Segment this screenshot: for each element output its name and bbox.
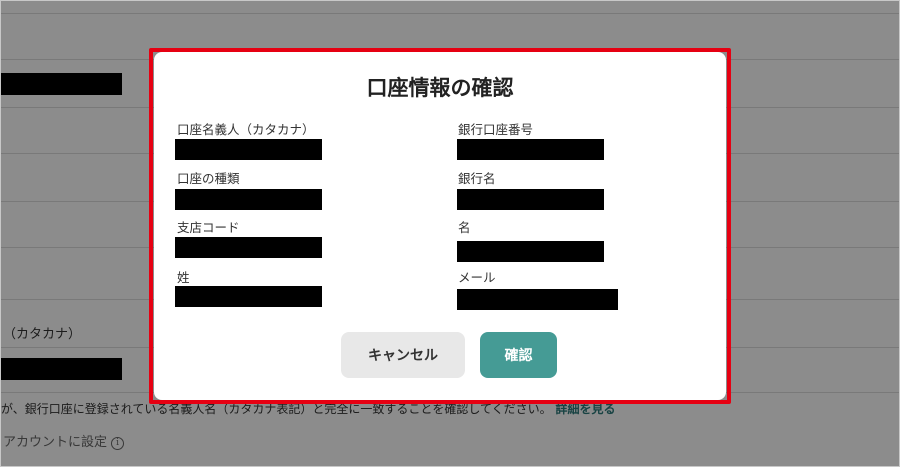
highlight-frame xyxy=(149,48,731,404)
settings-page: （カタカナ） が、銀行口座に登録されている名義人名（カタカナ表記）と完全に一致す… xyxy=(0,0,900,467)
